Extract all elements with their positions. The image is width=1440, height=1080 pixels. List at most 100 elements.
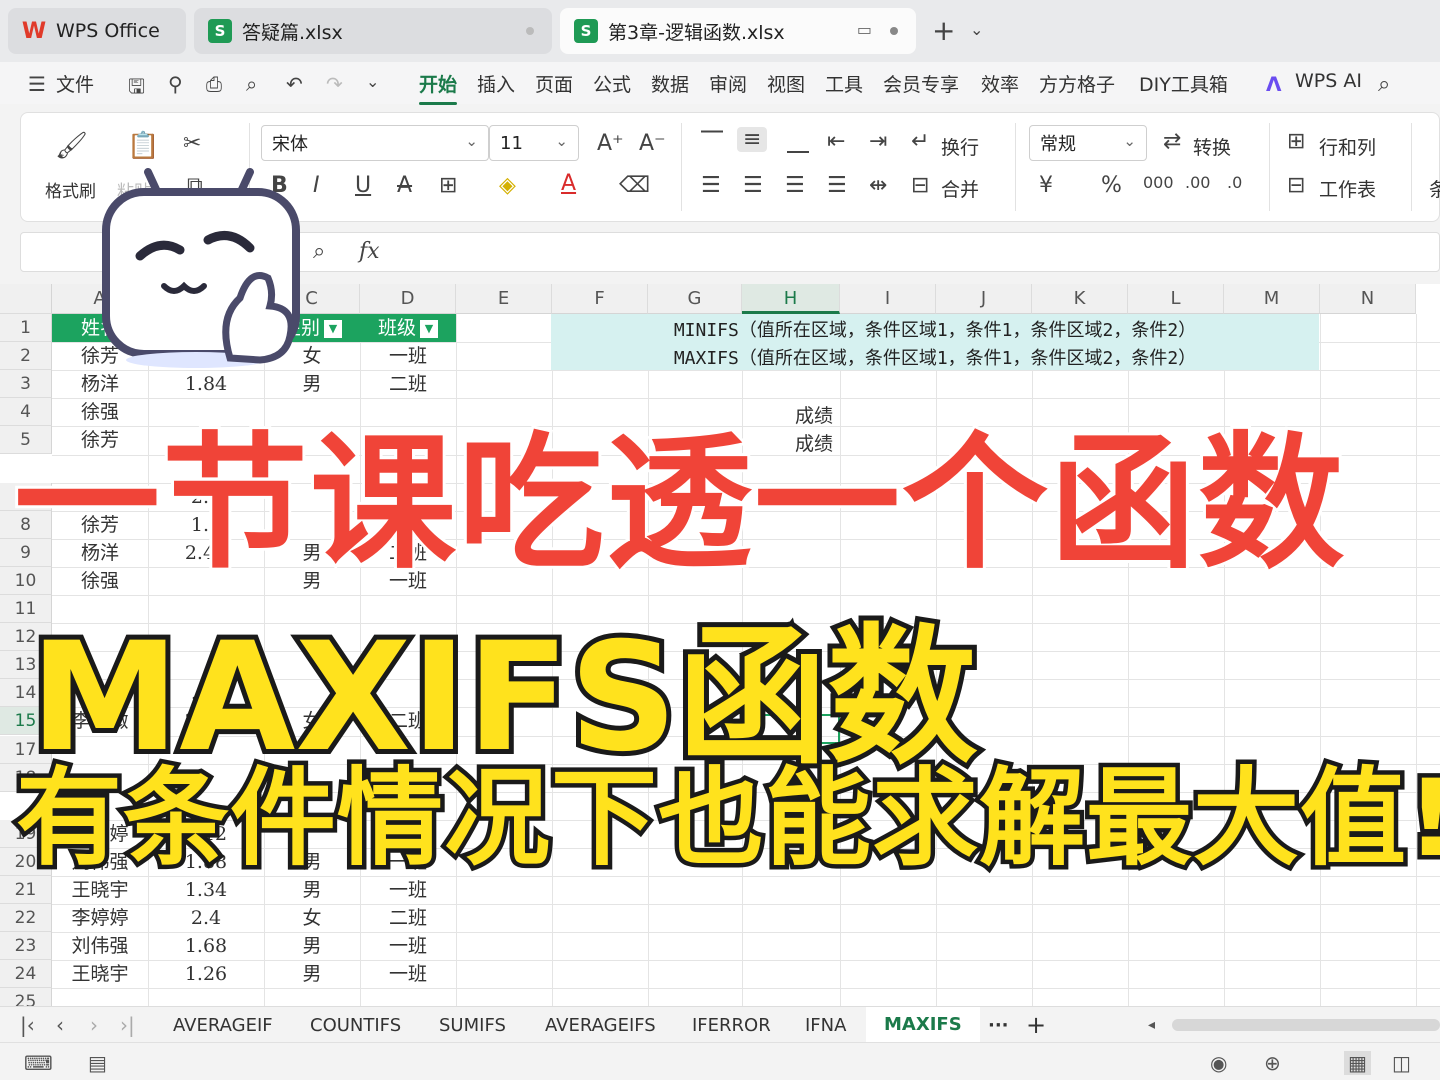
column-header-m[interactable]: M (1224, 284, 1320, 314)
distribute-icon[interactable]: ⇹ (869, 173, 887, 198)
menu-review[interactable]: 审阅 (709, 70, 747, 97)
percent-icon[interactable]: % (1101, 173, 1122, 198)
align-top-icon[interactable]: ⎺ (701, 129, 723, 154)
number-format-select[interactable]: 常规 ⌄ (1029, 125, 1147, 161)
share-icon[interactable]: ⚲ (168, 72, 183, 96)
first-sheet-icon[interactable]: |‹ (20, 1013, 35, 1037)
currency-icon[interactable]: ¥ (1039, 173, 1053, 198)
cell-d2[interactable]: 一班 (360, 342, 456, 370)
cell-a23[interactable]: 刘伟强 (52, 932, 148, 960)
decrease-decimal-icon[interactable]: .0 (1227, 173, 1242, 192)
sheet-tab-countifs[interactable]: COUNTIFS (310, 1015, 401, 1036)
convert-icon[interactable]: ⇄ (1163, 129, 1181, 154)
menu-insert[interactable]: 插入 (477, 70, 515, 97)
macro-icon[interactable]: ⌨ (24, 1051, 53, 1075)
fx-icon[interactable]: fx (359, 239, 380, 264)
menu-view[interactable]: 视图 (767, 70, 805, 97)
normal-view-icon[interactable]: ▦ (1344, 1051, 1371, 1075)
cell-c22[interactable]: 女 (264, 904, 360, 932)
cut-icon[interactable]: ✂ (183, 131, 201, 156)
sheet-tab-ifna[interactable]: IFNA (805, 1015, 846, 1036)
cell-b23[interactable]: 1.68 (148, 932, 264, 960)
search-icon[interactable]: ⌕ (1378, 72, 1390, 97)
menu-home[interactable]: 开始 (419, 70, 458, 105)
column-header-l[interactable]: L (1128, 284, 1224, 314)
format-painter-icon[interactable]: 🖌 (55, 131, 88, 161)
strikethrough-icon[interactable]: A (397, 173, 412, 198)
wrap-text-button[interactable]: 换行 (941, 133, 979, 160)
menu-fangfang[interactable]: 方方格子 (1039, 70, 1115, 97)
sheet-tab-averageifs[interactable]: AVERAGEIFS (545, 1015, 656, 1036)
underline-icon[interactable]: U (355, 173, 371, 198)
row-col-button[interactable]: 行和列 (1319, 133, 1376, 160)
borders-icon[interactable]: ⊞ (439, 173, 457, 198)
paste-icon[interactable]: 📋 (127, 131, 159, 161)
menu-wps-ai[interactable]: WPS AI (1295, 70, 1362, 92)
print-preview-icon[interactable]: ⌕ (246, 72, 257, 96)
fill-color-icon[interactable]: ◈ (499, 173, 516, 198)
column-header-k[interactable]: K (1032, 284, 1128, 314)
column-header-g[interactable]: G (648, 284, 742, 314)
sheet-list-icon[interactable]: ▤ (88, 1051, 107, 1075)
row-header-23[interactable]: 23 (0, 932, 52, 961)
next-sheet-icon[interactable]: › (90, 1013, 98, 1037)
cell-b22[interactable]: 2.4 (148, 904, 264, 932)
chevron-down-icon[interactable]: ⌄ (970, 20, 983, 39)
align-bottom-icon[interactable]: ⎽ (787, 129, 809, 154)
last-sheet-icon[interactable]: ›| (120, 1013, 135, 1037)
sheet-tab-sumifs[interactable]: SUMIFS (439, 1015, 506, 1036)
cell-a22[interactable]: 李婷婷 (52, 904, 148, 932)
tab-dayi-xlsx[interactable]: S 答疑篇.xlsx (194, 8, 552, 54)
menu-efficiency[interactable]: 效率 (981, 70, 1019, 97)
prev-sheet-icon[interactable]: ‹ (56, 1013, 64, 1037)
justify-icon[interactable]: ☰ (827, 173, 847, 198)
merge-icon[interactable]: ⊟ (911, 173, 929, 198)
merge-button[interactable]: 合并 (941, 175, 979, 202)
column-header-e[interactable]: E (456, 284, 552, 314)
row-header-24[interactable]: 24 (0, 960, 52, 989)
horizontal-scrollbar[interactable] (1172, 1019, 1440, 1031)
sheet-tab-averageif[interactable]: AVERAGEIF (173, 1015, 273, 1036)
more-sheets-icon[interactable]: ··· (988, 1015, 1009, 1036)
menu-member[interactable]: 会员专享 (883, 70, 959, 97)
row-header-1[interactable]: 1 (0, 314, 52, 342)
page-layout-icon[interactable]: ⊕ (1264, 1051, 1281, 1075)
wrap-text-icon[interactable]: ↵ (911, 129, 929, 154)
menu-file[interactable]: 文件 (56, 70, 94, 97)
font-size-select[interactable]: 11 ⌄ (489, 125, 579, 161)
worksheet-icon[interactable]: ⊟ (1287, 173, 1305, 198)
font-name-select[interactable]: 宋体 ⌄ (261, 125, 489, 161)
tab-wps-office[interactable]: W WPS Office (8, 8, 186, 54)
column-header-f[interactable]: F (552, 284, 648, 314)
column-header-h[interactable]: H (742, 284, 840, 314)
menu-tools[interactable]: 工具 (825, 70, 863, 97)
font-decrease-icon[interactable]: A⁻ (639, 131, 666, 156)
cell-b24[interactable]: 1.26 (148, 960, 264, 988)
menu-data[interactable]: 数据 (651, 70, 689, 97)
align-center-icon[interactable]: ☰ (743, 173, 763, 198)
menu-diy-toolbox[interactable]: DIY工具箱 (1139, 70, 1228, 97)
cell-d22[interactable]: 二班 (360, 904, 456, 932)
chevron-down-icon[interactable]: ⌄ (366, 72, 379, 91)
thousands-icon[interactable]: 000 (1143, 173, 1174, 192)
column-header-i[interactable]: I (840, 284, 936, 314)
row-header-22[interactable]: 22 (0, 904, 52, 933)
hamburger-icon[interactable]: ☰ (28, 72, 46, 96)
tab-chapter3-xlsx[interactable]: S 第3章-逻辑函数.xlsx ▭ (560, 8, 916, 54)
column-header-n[interactable]: N (1320, 284, 1416, 314)
cell-a24[interactable]: 王晓宇 (52, 960, 148, 988)
undo-icon[interactable]: ↶ (286, 72, 303, 96)
indent-decrease-icon[interactable]: ⇤ (827, 129, 845, 154)
column-header-d[interactable]: D (360, 284, 456, 314)
filter-dropdown-icon[interactable]: ▼ (420, 319, 438, 338)
align-middle-icon[interactable]: ≡ (737, 127, 768, 152)
zoom-icon[interactable]: ⌕ (313, 239, 325, 264)
new-tab-icon[interactable]: + (932, 14, 955, 47)
align-left-icon[interactable]: ☰ (701, 173, 721, 198)
menu-formulas[interactable]: 公式 (593, 70, 631, 97)
filter-dropdown-icon[interactable]: ▼ (324, 319, 342, 338)
menu-page[interactable]: 页面 (535, 70, 573, 97)
save-icon[interactable]: 🖫 (128, 72, 145, 106)
header-cell-class[interactable]: 班级 ▼ (360, 314, 456, 342)
cell-c23[interactable]: 男 (264, 932, 360, 960)
